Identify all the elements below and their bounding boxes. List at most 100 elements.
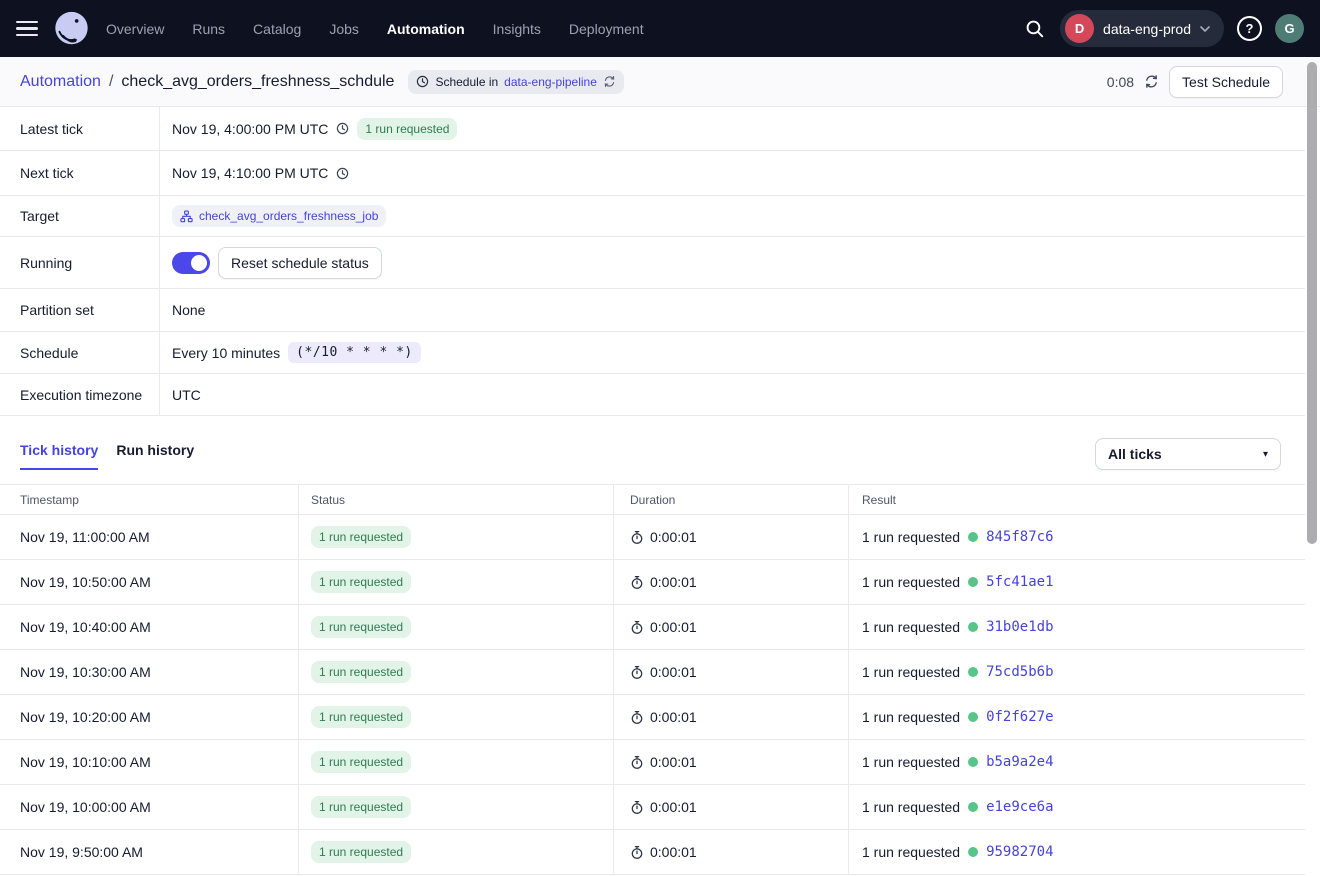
target-row: Target check_avg_orders_freshness_job xyxy=(0,196,1305,237)
schedule-description: Every 10 minutes xyxy=(172,345,280,361)
next-tick-time: Nov 19, 4:10:00 PM UTC xyxy=(172,165,328,181)
history-tab[interactable]: Run history xyxy=(116,438,194,470)
nav-item[interactable]: Automation xyxy=(387,21,465,37)
latest-tick-row: Latest tick Nov 19, 4:00:00 PM UTC 1 run… xyxy=(0,107,1305,151)
run-status-dot xyxy=(968,802,978,812)
stopwatch-icon xyxy=(630,620,644,635)
stopwatch-icon xyxy=(630,530,644,545)
timezone-row: Execution timezone UTC xyxy=(0,374,1305,416)
tick-status-badge: 1 run requested xyxy=(311,661,411,683)
schedule-details: Latest tick Nov 19, 4:00:00 PM UTC 1 run… xyxy=(0,107,1320,416)
nav-item[interactable]: Insights xyxy=(493,21,541,37)
dagster-logo-icon[interactable] xyxy=(53,10,90,47)
history-header: Tick history Run history All ticks ▾ xyxy=(0,416,1305,470)
tick-row: Nov 19, 10:30:00 AM 1 run requested 0:00… xyxy=(0,650,1305,695)
tick-result-label: 1 run requested xyxy=(862,574,960,590)
run-id-link[interactable]: 845f87c6 xyxy=(986,529,1053,545)
run-status-dot xyxy=(968,757,978,767)
tick-row: Nov 19, 10:50:00 AM 1 run requested 0:00… xyxy=(0,560,1305,605)
tick-result-label: 1 run requested xyxy=(862,619,960,635)
partition-set-value: None xyxy=(172,302,205,318)
tick-status-badge: 1 run requested xyxy=(311,616,411,638)
reset-schedule-status-button[interactable]: Reset schedule status xyxy=(218,247,382,279)
run-id-link[interactable]: 95982704 xyxy=(986,844,1053,860)
refresh-icon[interactable] xyxy=(1144,74,1159,89)
nav-item[interactable]: Catalog xyxy=(253,21,301,37)
vertical-scrollbar[interactable] xyxy=(1307,62,1317,544)
tick-row: Nov 19, 10:20:00 AM 1 run requested 0:00… xyxy=(0,695,1305,740)
breadcrumb-automation-link[interactable]: Automation xyxy=(20,73,101,91)
tick-timestamp: Nov 19, 10:30:00 AM xyxy=(20,664,151,680)
tick-duration: 0:00:01 xyxy=(650,844,697,860)
row-label: Latest tick xyxy=(0,107,160,150)
tick-duration: 0:00:01 xyxy=(650,619,697,635)
nav-right: D data-eng-prod ? G xyxy=(1021,10,1304,47)
run-id-link[interactable]: e1e9ce6a xyxy=(986,799,1053,815)
nav-item[interactable]: Jobs xyxy=(329,21,359,37)
help-icon[interactable]: ? xyxy=(1237,16,1262,41)
tick-timestamp: Nov 19, 9:50:00 AM xyxy=(20,844,143,860)
row-label: Next tick xyxy=(0,151,160,195)
running-row: Running Reset schedule status xyxy=(0,237,1305,289)
tick-row: Nov 19, 10:10:00 AM 1 run requested 0:00… xyxy=(0,740,1305,785)
row-label: Running xyxy=(0,237,160,288)
tick-status-badge: 1 run requested xyxy=(311,526,411,548)
stopwatch-icon xyxy=(630,800,644,815)
top-nav: Overview Runs Catalog Jobs Automation In… xyxy=(0,0,1320,57)
tick-timestamp: Nov 19, 10:20:00 AM xyxy=(20,709,151,725)
latest-tick-time: Nov 19, 4:00:00 PM UTC xyxy=(172,121,328,137)
run-id-link[interactable]: b5a9a2e4 xyxy=(986,754,1053,770)
deployment-badge: D xyxy=(1065,14,1094,43)
tick-result-label: 1 run requested xyxy=(862,799,960,815)
nav-item[interactable]: Runs xyxy=(192,21,225,37)
tick-status-badge: 1 run requested xyxy=(311,571,411,593)
tick-result-label: 1 run requested xyxy=(862,529,960,545)
row-label: Target xyxy=(0,196,160,236)
caret-down-icon: ▾ xyxy=(1263,449,1268,460)
nav-item[interactable]: Overview xyxy=(106,21,164,37)
tick-duration: 0:00:01 xyxy=(650,529,697,545)
row-label: Partition set xyxy=(0,289,160,331)
deployment-name: data-eng-prod xyxy=(1103,21,1191,37)
tick-status-badge: 1 run requested xyxy=(311,751,411,773)
stopwatch-icon xyxy=(630,575,644,590)
running-toggle[interactable] xyxy=(172,252,210,274)
refresh-countdown: 0:08 xyxy=(1107,74,1134,90)
run-id-link[interactable]: 0f2f627e xyxy=(986,709,1053,725)
deployment-switcher[interactable]: D data-eng-prod xyxy=(1060,10,1224,47)
tick-timestamp: Nov 19, 10:50:00 AM xyxy=(20,574,151,590)
target-job-link[interactable]: check_avg_orders_freshness_job xyxy=(172,205,386,227)
tick-result-label: 1 run requested xyxy=(862,844,960,860)
tick-filter-select[interactable]: All ticks ▾ xyxy=(1095,438,1281,470)
tick-status-badge: 1 run requested xyxy=(311,706,411,728)
run-id-link[interactable]: 75cd5b6b xyxy=(986,664,1053,680)
next-tick-row: Next tick Nov 19, 4:10:00 PM UTC xyxy=(0,151,1305,196)
tick-result-label: 1 run requested xyxy=(862,754,960,770)
chevron-down-icon xyxy=(1200,26,1210,32)
partition-set-row: Partition set None xyxy=(0,289,1305,332)
nav-item[interactable]: Deployment xyxy=(569,21,644,37)
breadcrumb-separator: / xyxy=(109,73,113,91)
row-label: Schedule xyxy=(0,332,160,373)
history-tab[interactable]: Tick history xyxy=(20,438,98,470)
clock-icon xyxy=(416,75,429,88)
cron-expression: (*/10 * * * *) xyxy=(288,342,421,363)
reload-icon[interactable] xyxy=(603,75,616,88)
tick-timestamp: Nov 19, 10:00:00 AM xyxy=(20,799,151,815)
tick-duration: 0:00:01 xyxy=(650,574,697,590)
header-timestamp: Timestamp xyxy=(0,485,299,514)
code-location-link[interactable]: data-eng-pipeline xyxy=(504,75,597,89)
header-actions: 0:08 Test Schedule xyxy=(1107,66,1283,98)
tick-timestamp: Nov 19, 10:40:00 AM xyxy=(20,619,151,635)
tick-row: Nov 19, 9:50:00 AM 1 run requested 0:00:… xyxy=(0,830,1305,875)
tick-result-label: 1 run requested xyxy=(862,664,960,680)
user-avatar[interactable]: G xyxy=(1275,14,1304,43)
header-status: Status xyxy=(299,485,614,514)
run-id-link[interactable]: 31b0e1db xyxy=(986,619,1053,635)
job-icon xyxy=(180,210,193,223)
search-icon[interactable] xyxy=(1021,16,1047,42)
menu-icon[interactable] xyxy=(16,19,40,39)
history-tabs: Tick history Run history xyxy=(20,438,194,470)
test-schedule-button[interactable]: Test Schedule xyxy=(1169,66,1283,98)
run-id-link[interactable]: 5fc41ae1 xyxy=(986,574,1053,590)
